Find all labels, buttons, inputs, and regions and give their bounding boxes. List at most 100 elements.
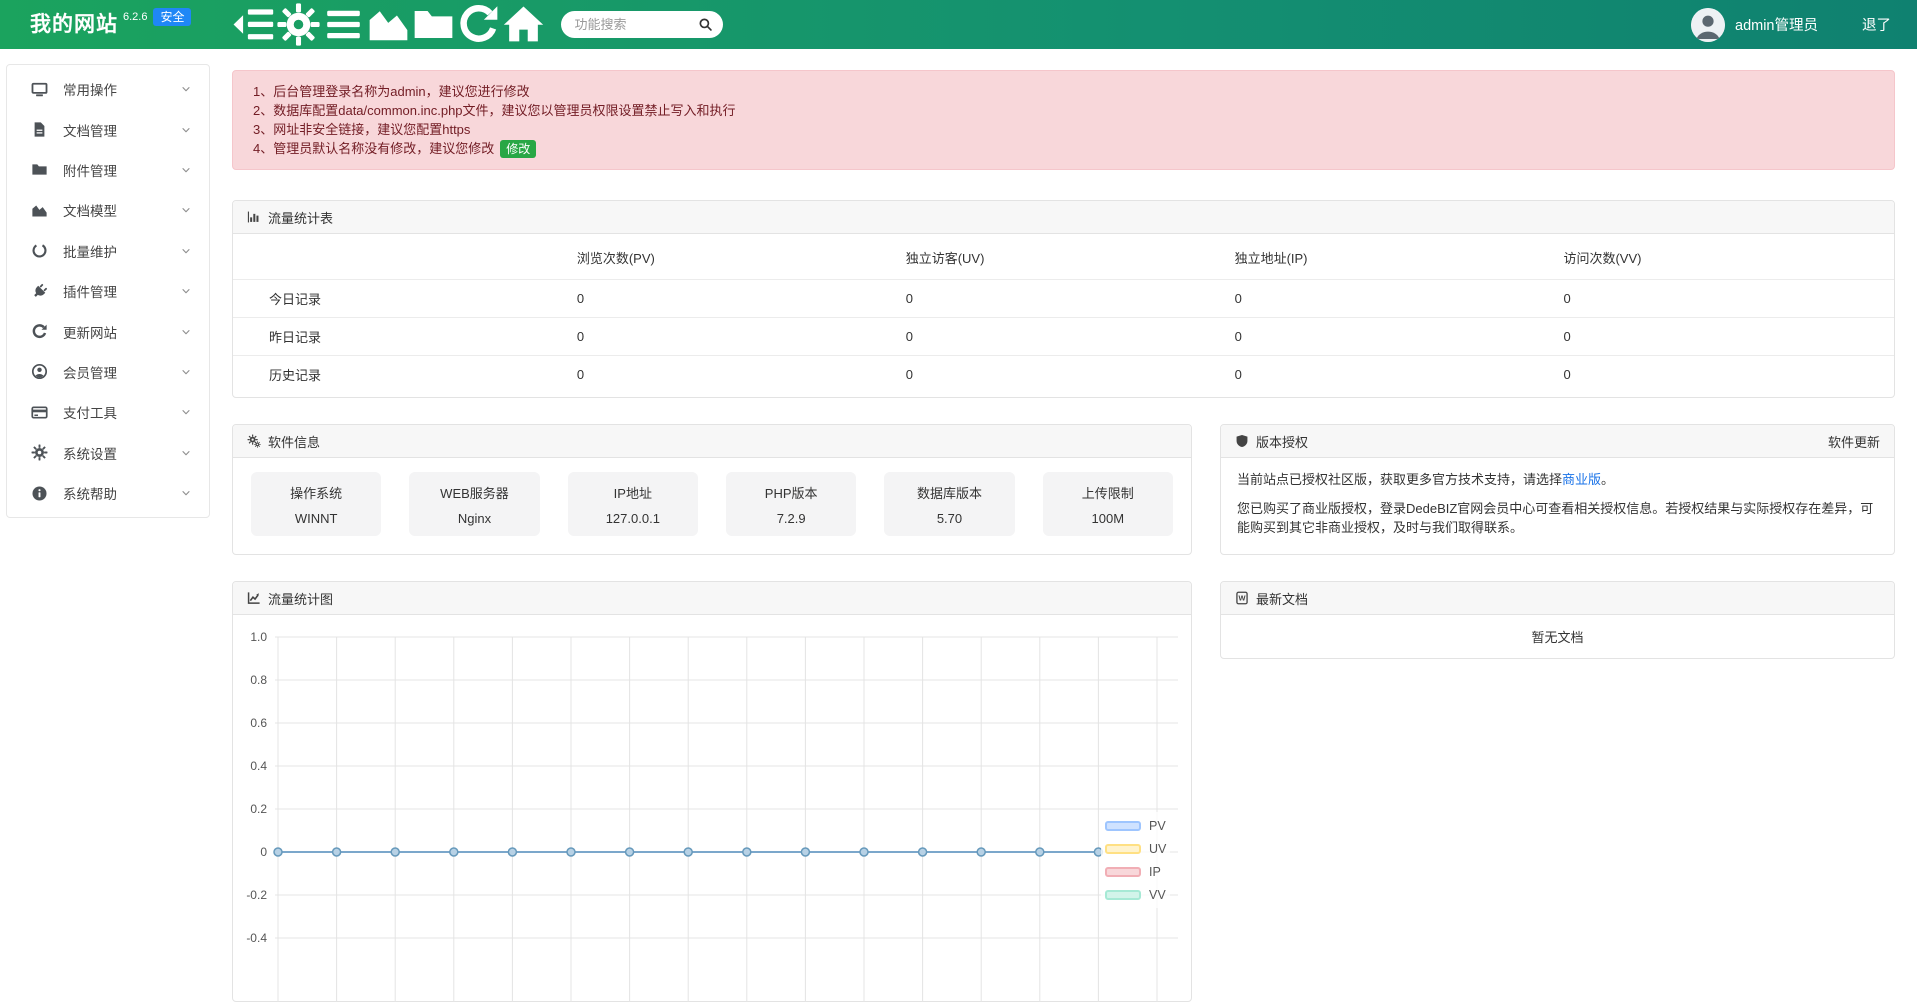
logout-link[interactable]: 退了	[1862, 14, 1891, 35]
svg-text:-0.2: -0.2	[246, 888, 267, 902]
sidebar-item-label: 文档管理	[63, 120, 180, 140]
card-value: 100M	[1043, 511, 1173, 526]
gear-icon[interactable]	[276, 0, 321, 49]
license-paragraph: 您已购买了商业版授权，登录DedeBIZ官网会员中心可查看相关授权信息。若授权结…	[1237, 499, 1878, 538]
docs-empty-text: 暂无文档	[1221, 615, 1894, 658]
sidebar-item-system-settings[interactable]: 系统设置	[7, 433, 209, 473]
stat-value: 0	[1563, 318, 1894, 356]
license-text: 当前站点已授权社区版，获取更多官方技术支持，请选择	[1237, 472, 1562, 487]
chevron-down-icon	[180, 447, 192, 459]
gear-icon	[31, 444, 48, 461]
chart-legend: PVUVIPVV	[1101, 812, 1170, 908]
legend-label: PV	[1149, 819, 1166, 833]
chevron-down-icon	[180, 164, 192, 176]
chevron-down-icon	[180, 204, 192, 216]
sidebar-item-doc-model[interactable]: 文档模型	[7, 190, 209, 230]
circle-notch-icon	[31, 242, 48, 259]
stat-value: 0	[906, 356, 1235, 398]
sidebar-item-label: 批量维护	[63, 241, 180, 261]
column-header: 独立访客(UV)	[906, 234, 1235, 280]
stat-value: 0	[1563, 356, 1894, 398]
legend-swatch	[1105, 867, 1141, 877]
sidebar-item-common-ops[interactable]: 常用操作	[7, 69, 209, 109]
sidebar-item-label: 会员管理	[63, 362, 180, 382]
traffic-table: 浏览次数(PV)独立访客(UV)独立地址(IP)访问次数(VV) 今日记录000…	[233, 234, 1894, 397]
alert-line: 1、后台管理登录名称为admin，建议您进行修改	[253, 82, 1874, 101]
legend-item: UV	[1105, 837, 1166, 860]
alert-line: 4、管理员默认名称没有修改，建议您修改修改	[253, 139, 1874, 158]
home-icon[interactable]	[501, 0, 546, 49]
alert-text: 3、网址非安全链接，建议您配置https	[253, 122, 470, 137]
username[interactable]: admin管理员	[1735, 14, 1818, 35]
svg-text:0.4: 0.4	[250, 759, 267, 773]
traffic-stats-header: 流量统计表	[233, 201, 1894, 234]
area-chart-icon	[31, 202, 48, 219]
svg-text:0.6: 0.6	[250, 716, 267, 730]
fix-button[interactable]: 修改	[500, 140, 536, 158]
card-label: 数据库版本	[884, 483, 1014, 502]
folder-icon[interactable]	[411, 0, 456, 49]
traffic-chart-svg: 1.00.80.60.40.20-0.2-0.4	[233, 615, 1191, 1002]
latest-docs-header: W 最新文档	[1221, 582, 1894, 615]
license-panel: 版本授权 软件更新 当前站点已授权社区版，获取更多官方技术支持，请选择商业版。 …	[1220, 424, 1895, 555]
search-icon[interactable]	[698, 17, 713, 32]
legend-label: IP	[1149, 865, 1161, 879]
folder-icon	[31, 161, 48, 178]
alert-line: 2、数据库配置data/common.inc.php文件，建议您以管理员权限设置…	[253, 101, 1874, 120]
word-doc-icon: W	[1235, 591, 1249, 605]
latest-docs-panel: W 最新文档 暂无文档	[1220, 581, 1895, 659]
legend-swatch	[1105, 844, 1141, 854]
refresh-icon[interactable]	[456, 0, 501, 49]
search-input[interactable]	[574, 17, 698, 32]
main-content: 1、后台管理登录名称为admin，建议您进行修改2、数据库配置data/comm…	[232, 49, 1895, 1002]
stat-value: 0	[577, 318, 906, 356]
stat-value: 0	[1235, 280, 1564, 318]
sidebar-item-label: 插件管理	[63, 281, 180, 301]
sidebar-item-batch-maintain[interactable]: 批量维护	[7, 231, 209, 271]
chevron-down-icon	[180, 487, 192, 499]
card-label: IP地址	[568, 483, 698, 502]
sidebar-item-label: 支付工具	[63, 402, 180, 422]
software-info-header: 软件信息	[233, 425, 1191, 458]
outdent-icon[interactable]	[231, 0, 276, 49]
stat-value: 0	[577, 280, 906, 318]
traffic-chart: 1.00.80.60.40.20-0.2-0.4 PVUVIPVV	[233, 615, 1191, 1002]
sidebar-item-doc-manage[interactable]: 文档管理	[7, 109, 209, 149]
column-header	[233, 234, 577, 280]
avatar[interactable]	[1691, 8, 1725, 42]
sidebar-item-attachment[interactable]: 附件管理	[7, 150, 209, 190]
sidebar: 常用操作文档管理附件管理文档模型批量维护插件管理更新网站会员管理支付工具系统设置…	[6, 64, 210, 518]
area-chart-icon[interactable]	[366, 0, 411, 49]
stat-value: 0	[1235, 318, 1564, 356]
sidebar-item-update-site[interactable]: 更新网站	[7, 311, 209, 351]
table-row: 昨日记录0000	[233, 318, 1894, 356]
panel-title: 最新文档	[1256, 589, 1308, 608]
info-card: 上传限制 100M	[1043, 472, 1173, 536]
info-icon	[31, 485, 48, 502]
security-badge[interactable]: 安全	[153, 8, 191, 26]
sidebar-item-payment-tools[interactable]: 支付工具	[7, 392, 209, 432]
navbar-user-area: admin管理员 退了	[1691, 8, 1891, 42]
license-body: 当前站点已授权社区版，获取更多官方技术支持，请选择商业版。 您已购买了商业版授权…	[1221, 458, 1894, 550]
sidebar-item-member-manage[interactable]: 会员管理	[7, 352, 209, 392]
version-label: 6.2.6	[123, 11, 147, 23]
commercial-version-link[interactable]: 商业版	[1562, 472, 1601, 487]
card-label: WEB服务器	[409, 483, 539, 502]
sidebar-item-system-help[interactable]: 系统帮助	[7, 473, 209, 513]
chevron-down-icon	[180, 326, 192, 338]
stat-value: 0	[577, 356, 906, 398]
stat-value: 0	[1563, 280, 1894, 318]
menu-icon[interactable]	[321, 0, 366, 49]
search-box[interactable]	[561, 11, 723, 38]
alert-text: 4、管理员默认名称没有修改，建议您修改	[253, 141, 494, 156]
legend-swatch	[1105, 890, 1141, 900]
stat-value: 0	[1235, 356, 1564, 398]
brand[interactable]: 我的网站 6.2.6 安全	[30, 10, 191, 40]
legend-label: UV	[1149, 842, 1166, 856]
desktop-icon	[31, 81, 48, 98]
software-update-link[interactable]: 软件更新	[1828, 432, 1880, 451]
card-label: 上传限制	[1043, 483, 1173, 502]
sidebar-item-plugin-manage[interactable]: 插件管理	[7, 271, 209, 311]
sidebar-item-label: 附件管理	[63, 160, 180, 180]
site-logo[interactable]: 我的网站	[30, 10, 118, 40]
